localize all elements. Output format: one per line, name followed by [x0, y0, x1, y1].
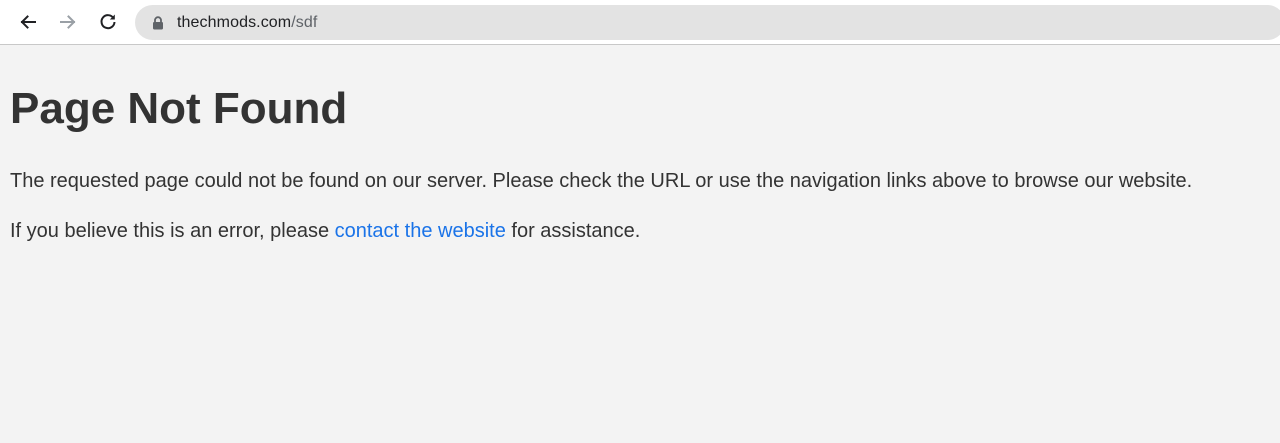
reload-icon	[100, 14, 116, 30]
error-description: The requested page could not be found on…	[10, 170, 1193, 192]
help-text-prefix: If you believe this is an error, please	[10, 220, 335, 242]
arrow-right-icon	[60, 15, 76, 29]
page-title: Page Not Found	[10, 84, 348, 133]
url-text: thechmods.com/sdf	[177, 14, 317, 32]
url-path: /sdf	[291, 13, 318, 31]
back-button[interactable]	[12, 6, 44, 38]
page-content: Page Not Found The requested page could …	[0, 83, 1280, 243]
error-help-text: If you believe this is an error, please …	[10, 219, 1270, 243]
url-host: thechmods.com	[177, 13, 292, 31]
contact-link[interactable]: contact the website	[335, 220, 506, 242]
forward-button[interactable]	[52, 6, 84, 38]
reload-button[interactable]	[92, 6, 124, 38]
lock-icon	[151, 15, 165, 30]
help-text-suffix: for assistance.	[505, 220, 641, 242]
address-bar[interactable]: thechmods.com/sdf	[135, 5, 1280, 40]
arrow-left-icon	[20, 15, 36, 29]
browser-toolbar: thechmods.com/sdf	[0, 0, 1280, 45]
